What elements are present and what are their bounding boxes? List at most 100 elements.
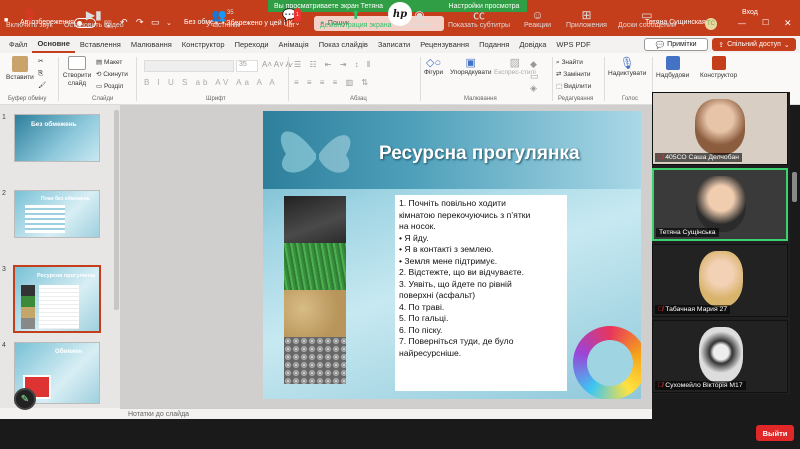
select-icon: ⬚ — [556, 83, 563, 90]
font-name-select[interactable] — [144, 60, 234, 72]
editing-group-label: Редагування — [558, 96, 594, 102]
tab-view[interactable]: Подання — [474, 36, 514, 53]
section-icon: ▭ — [96, 83, 103, 90]
participant-tile[interactable]: 🎙̸ Табачная Мария 27 — [652, 244, 788, 317]
tab-transitions[interactable]: Переходи — [230, 36, 274, 53]
thumbnail-number: 3 — [2, 266, 6, 273]
tab-help[interactable]: Довідка — [514, 36, 551, 53]
arrange-button[interactable]: ▣ Упорядкувати — [450, 56, 491, 76]
pen-tool-icon[interactable]: ✎ — [14, 388, 36, 410]
photo-column — [284, 196, 346, 384]
tab-file[interactable]: Файл — [4, 36, 32, 53]
close-icon[interactable]: ✕ — [784, 18, 792, 29]
slides-group-label: Слайди — [92, 96, 114, 102]
dictate-button[interactable]: 🎙 Надиктувати — [608, 56, 646, 77]
shape-fill-tools[interactable]: ◆ ▭ ◈ — [530, 58, 539, 94]
sign-in-link[interactable]: Вход — [742, 9, 758, 16]
notes-pane[interactable]: Нотатки до слайда — [120, 408, 652, 419]
slide-thumbnail-2[interactable]: План без обмежень — [14, 190, 100, 238]
share-icon: ⇪ — [718, 41, 725, 49]
tab-home[interactable]: Основне — [32, 36, 75, 53]
apps-button[interactable]: ⊞ Приложения — [566, 1, 607, 29]
paste-button[interactable]: Вставити — [6, 56, 34, 81]
tab-wps-pdf[interactable]: WPS PDF — [551, 36, 595, 53]
list-tools[interactable]: ☰ ☷ ⇤ ⇥ ↕ ⫴ — [294, 60, 373, 70]
slide-title[interactable]: Ресурсна прогулянка — [379, 143, 580, 165]
tab-slideshow[interactable]: Показ слайдів — [314, 36, 373, 53]
stop-video-button[interactable]: ▶▮ Остановить видео — [64, 1, 124, 29]
font-format-tools[interactable]: B I U S ab AV Aa A A — [144, 78, 278, 87]
tab-animations[interactable]: Анімація — [274, 36, 314, 53]
share-button[interactable]: ⇪ Спільний доступ ⌄ — [712, 38, 796, 51]
find-icon: ⌕ — [556, 59, 560, 66]
leave-button[interactable]: Выйти — [756, 425, 794, 441]
captions-button[interactable]: ㏄ Показать субтитры — [448, 1, 510, 29]
mic-off-icon: 🎙 — [21, 8, 37, 22]
participants-button[interactable]: 👥35 Участники — [206, 1, 239, 29]
captions-icon: ㏄ — [473, 8, 486, 22]
whiteboards-button[interactable]: ▭ Доски сообщений — [618, 1, 676, 29]
record-button[interactable]: ◉ Запись — [408, 1, 431, 29]
shapes-button[interactable]: ◇○ Фігури — [424, 56, 443, 76]
tab-review[interactable]: Рецензування — [415, 36, 474, 53]
addins-button[interactable]: Надбудови — [656, 56, 689, 79]
asphalt-photo — [284, 196, 346, 243]
font-size-tools[interactable]: A˄ A˅ A̷ — [262, 60, 291, 69]
designer-button[interactable]: Конструктор — [700, 56, 737, 79]
find-button: ⌕ Знайти — [556, 59, 583, 66]
thumbnail-number: 4 — [2, 342, 6, 349]
replace-icon: ⇄ — [556, 71, 562, 78]
comments-button[interactable]: 💬 Примітки — [644, 38, 708, 51]
maximize-icon[interactable]: ☐ — [762, 18, 769, 27]
participant-tile[interactable]: Тетяна Сущінська — [652, 168, 788, 241]
participants-panel: 🎙̸ 405СО Саша Делчобан Тетяна Сущінська 🎙… — [652, 92, 790, 394]
font-size-select[interactable]: 35 — [236, 60, 258, 72]
share-screen-button[interactable]: ⬆ Демонстрация экрана — [320, 1, 392, 29]
participant-video — [695, 99, 745, 155]
chat-icon: 💬 1 — [282, 8, 301, 22]
status-bar — [0, 408, 120, 419]
slide-thumbnail-1[interactable]: Без обмежень — [14, 114, 100, 162]
chevron-down-icon: ⌄ — [783, 41, 790, 49]
new-slide-button[interactable]: Створити слайд — [62, 56, 92, 88]
clipboard-tools[interactable]: ✂ ⎘ 🖌 — [38, 56, 46, 92]
slide-textbox[interactable]: 1. Почніть повільно ходити кімнатою пере… — [395, 195, 567, 391]
format-painter-icon: 🖌 — [38, 82, 47, 89]
sand-photo — [284, 290, 346, 337]
participant-name: Сухомейло Вікторія М17 — [665, 382, 743, 389]
avatar[interactable]: ТС — [705, 18, 717, 30]
participant-tile[interactable]: 🎙̸ 405СО Саша Делчобан — [652, 92, 788, 165]
pebbles-photo — [284, 337, 346, 384]
minimize-icon[interactable]: — — [738, 19, 746, 28]
participants-scrollbar[interactable] — [792, 172, 797, 202]
unmute-button[interactable]: 🎙 Включить звук — [6, 1, 53, 29]
thumbnail-number: 1 — [2, 114, 6, 121]
reactions-button[interactable]: ☺ Реакции — [524, 1, 551, 29]
redo-icon[interactable]: ↷ — [136, 17, 144, 28]
participant-video — [699, 251, 743, 307]
current-slide[interactable]: Ресурсна прогулянка 1. Почніть повільно … — [263, 111, 641, 399]
tab-record[interactable]: Записати — [373, 36, 415, 53]
slideshow-icon[interactable]: ▭ — [151, 17, 160, 28]
camera-icon: ▶▮ — [85, 8, 102, 22]
qat-more-icon[interactable]: ⌄ — [166, 19, 172, 27]
tab-insert[interactable]: Вставлення — [75, 36, 126, 53]
butterfly-icon — [280, 131, 351, 173]
thumbnail-scrollbar[interactable] — [114, 110, 119, 310]
paragraph-group-label: Абзац — [350, 96, 367, 102]
chat-button[interactable]: 💬 1 Чат — [282, 1, 301, 29]
tab-design[interactable]: Конструктор — [177, 36, 230, 53]
slide-thumbnail-3[interactable]: Ресурсна прогулянка — [13, 265, 101, 333]
participant-tile[interactable]: 🎙̸ Сухомейло Вікторія М17 — [652, 320, 788, 393]
font-group-label: Шрифт — [206, 96, 226, 102]
replace-button: ⇄ Замінити — [556, 71, 591, 78]
mic-off-icon: 🎙̸ — [658, 382, 664, 389]
editing-tools[interactable]: ⌕ Знайти ⇄ Замінити ⬚ Виділити — [556, 57, 591, 93]
tab-draw[interactable]: Малювання — [126, 36, 177, 53]
share-screen-icon: ⬆ — [350, 8, 361, 22]
slide-tools[interactable]: ▤ Макет ⟲ Скинути ▭ Розділ — [96, 57, 128, 93]
grass-photo — [284, 243, 346, 290]
copy-icon: ⎘ — [38, 70, 44, 77]
meeting-toolbar — [0, 419, 800, 449]
align-tools[interactable]: ≡ ≡ ≡ ≡ ▥ ⇅ — [294, 78, 371, 87]
